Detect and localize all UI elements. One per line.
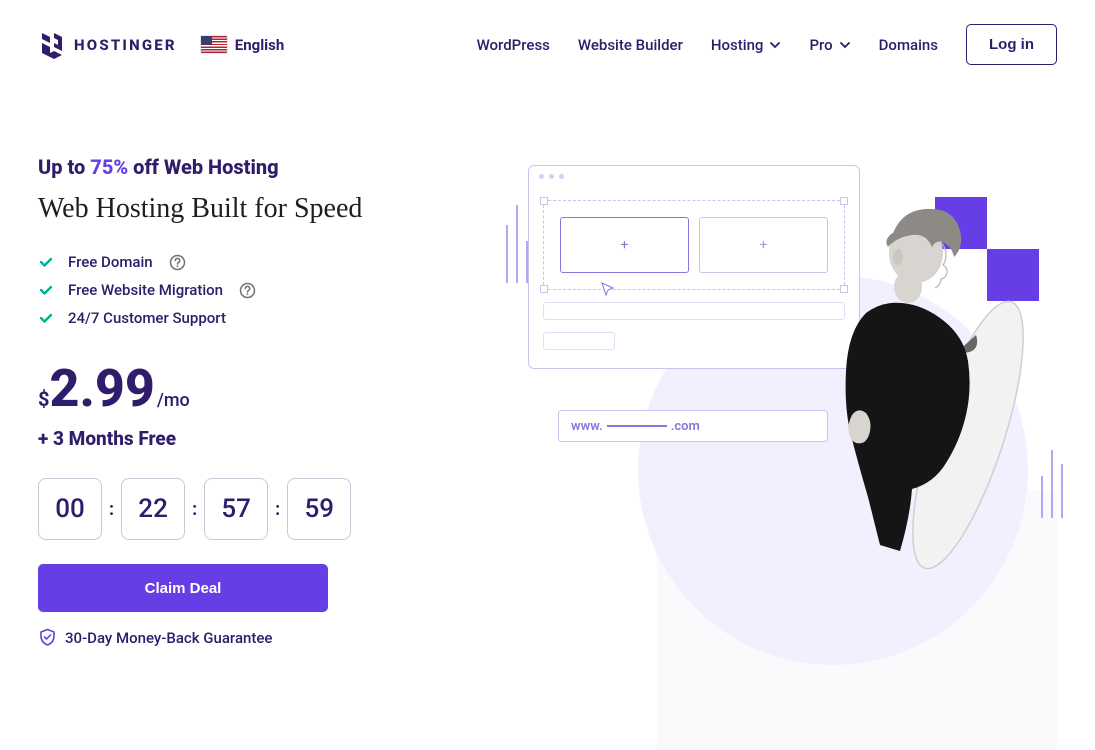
flag-us-icon: [201, 36, 227, 53]
feature-list: Free Domain Free Website Migration 24/7 …: [38, 253, 468, 327]
countdown-hours: 22: [121, 478, 185, 540]
person-illustration: [748, 195, 1048, 575]
hero-illustration: + +: [468, 155, 1057, 615]
illustration-url-bar: www. .com: [558, 410, 828, 442]
feature-free-migration: Free Website Migration: [38, 281, 468, 299]
nav-pro-label: Pro: [809, 36, 832, 54]
countdown-days: 00: [38, 478, 102, 540]
feature-label: Free Website Migration: [68, 281, 223, 299]
price-currency: $: [38, 387, 49, 411]
price-period: /mo: [157, 390, 190, 411]
countdown-separator: :: [191, 499, 198, 520]
help-icon[interactable]: [239, 282, 256, 299]
nav-domains-label: Domains: [879, 36, 938, 54]
nav-hosting[interactable]: Hosting: [711, 36, 782, 54]
feature-label: 24/7 Customer Support: [68, 309, 226, 327]
nav-builder-label: Website Builder: [578, 36, 683, 54]
illustration-titlebar: [529, 166, 859, 186]
nav-domains[interactable]: Domains: [879, 36, 938, 54]
url-blank-icon: [607, 425, 667, 427]
countdown-seconds: 59: [287, 478, 351, 540]
bonus-text: + 3 Months Free: [38, 427, 468, 450]
check-icon: [38, 310, 54, 326]
check-icon: [38, 254, 54, 270]
nav-hosting-label: Hosting: [711, 36, 764, 54]
feature-free-domain: Free Domain: [38, 253, 468, 271]
header: HOSTINGER English WordPress Website Buil…: [0, 0, 1095, 83]
language-switcher[interactable]: English: [201, 36, 284, 54]
brand-logo[interactable]: HOSTINGER: [38, 31, 177, 59]
language-label: English: [235, 36, 284, 54]
login-button[interactable]: Log in: [966, 24, 1057, 65]
chevron-down-icon: [839, 39, 851, 51]
main-nav: WordPress Website Builder Hosting Pro Do…: [477, 24, 1057, 65]
feature-label: Free Domain: [68, 253, 153, 271]
hostinger-logo-icon: [38, 31, 66, 59]
check-icon: [38, 282, 54, 298]
nav-pro[interactable]: Pro: [809, 36, 850, 54]
countdown-timer: 00 : 22 : 57 : 59: [38, 478, 468, 540]
discount-suffix: off Web Hosting: [128, 155, 278, 179]
discount-banner: Up to 75% off Web Hosting: [38, 155, 468, 179]
guarantee-text: 30-Day Money-Back Guarantee: [65, 629, 272, 647]
decor-bars-icon: [1037, 450, 1067, 518]
shield-check-icon: [38, 628, 57, 647]
help-icon[interactable]: [169, 254, 186, 271]
chevron-down-icon: [769, 39, 781, 51]
brand-name: HOSTINGER: [74, 36, 177, 54]
countdown-separator: :: [274, 499, 281, 520]
nav-wordpress-label: WordPress: [477, 36, 550, 54]
feature-support: 24/7 Customer Support: [38, 309, 468, 327]
money-back-guarantee: 30-Day Money-Back Guarantee: [38, 628, 468, 647]
nav-website-builder[interactable]: Website Builder: [578, 36, 683, 54]
hero: Up to 75% off Web Hosting Web Hosting Bu…: [0, 83, 1095, 647]
page-headline: Web Hosting Built for Speed: [38, 193, 468, 225]
countdown-separator: :: [108, 499, 115, 520]
url-suffix: .com: [671, 419, 700, 434]
countdown-minutes: 57: [204, 478, 268, 540]
illustration-row: [543, 332, 615, 350]
cursor-icon: [600, 281, 616, 297]
discount-prefix: Up to: [38, 155, 90, 179]
price: $ 2.99 /mo: [38, 363, 468, 415]
illustration-card: +: [560, 217, 689, 273]
nav-wordpress[interactable]: WordPress: [477, 36, 550, 54]
hero-content: Up to 75% off Web Hosting Web Hosting Bu…: [38, 155, 468, 647]
price-amount: 2.99: [49, 363, 154, 415]
discount-percent: 75%: [90, 155, 128, 179]
url-prefix: www.: [571, 419, 603, 434]
claim-deal-button[interactable]: Claim Deal: [38, 564, 328, 612]
